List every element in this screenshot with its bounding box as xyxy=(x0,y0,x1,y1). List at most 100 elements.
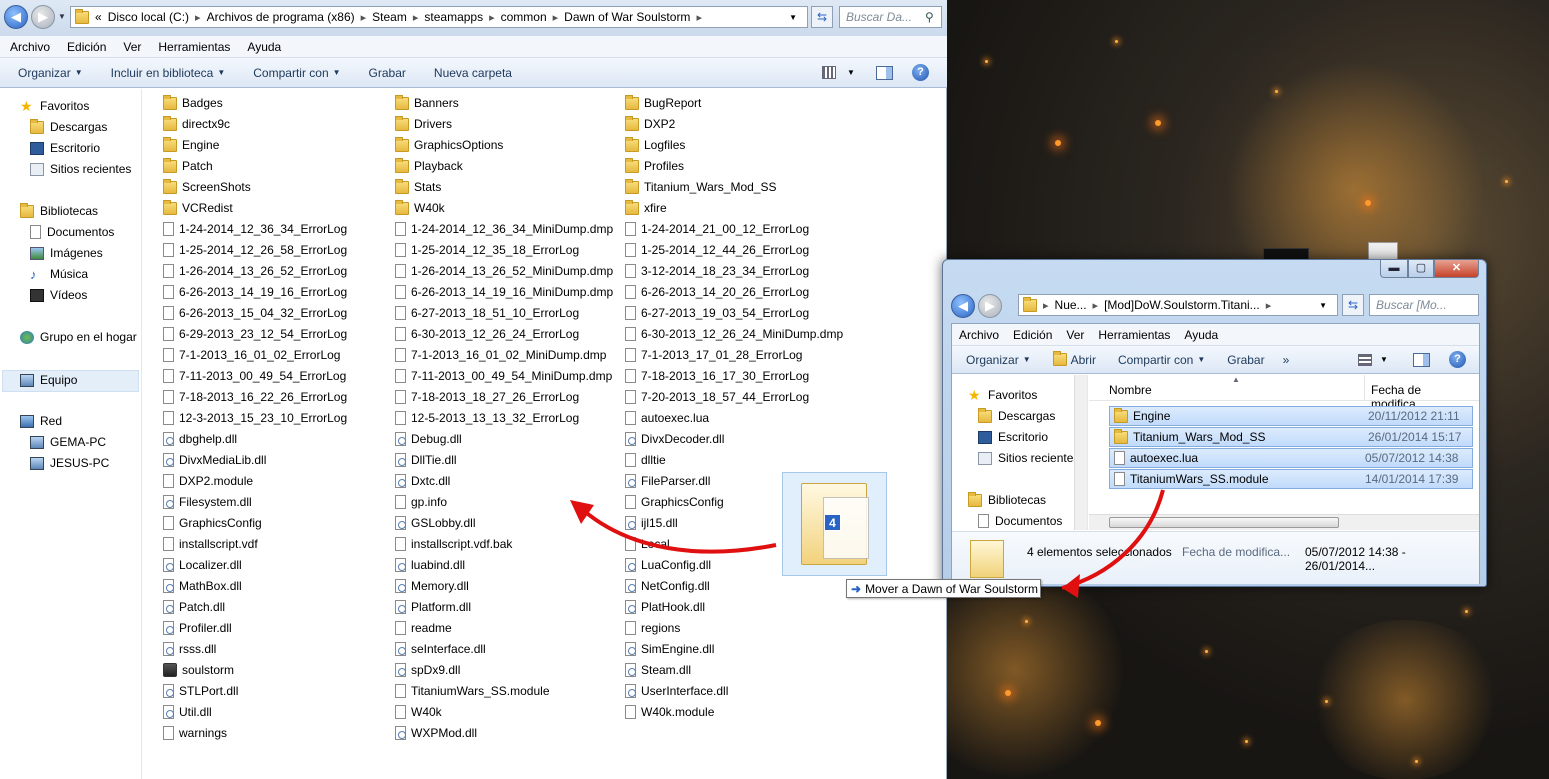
file-item[interactable]: Patch xyxy=(163,157,213,173)
close-button[interactable]: ✕ xyxy=(1434,260,1479,278)
file-item[interactable]: 7-1-2013_16_01_02_MiniDump.dmp xyxy=(395,348,606,362)
file-item[interactable]: 1-25-2014_12_26_58_ErrorLog xyxy=(163,243,347,257)
breadcrumb-item[interactable]: Archivos de programa (x86) xyxy=(207,10,355,24)
share-button[interactable]: Compartir con ▼ xyxy=(235,66,350,80)
file-item[interactable]: 6-26-2013_14_19_16_MiniDump.dmp xyxy=(395,285,613,299)
nav-favorites[interactable]: ★ Favoritos xyxy=(968,388,1037,403)
list-item[interactable]: autoexec.lua 05/07/2012 14:38 xyxy=(1109,448,1473,468)
file-item[interactable]: GSLobby.dll xyxy=(395,516,475,530)
file-item[interactable]: Banners xyxy=(395,94,459,110)
file-item[interactable]: TitaniumWars_SS.module xyxy=(395,684,550,698)
refresh-icon[interactable]: ⇆ xyxy=(1342,294,1364,316)
chevron-down-icon[interactable]: ▼ xyxy=(789,13,797,22)
file-item[interactable]: Titanium_Wars_Mod_SS xyxy=(625,178,777,194)
file-item[interactable]: luabind.dll xyxy=(395,558,465,572)
list-item[interactable]: Engine 20/11/2012 21:11 xyxy=(1109,406,1473,426)
file-item[interactable]: gp.info xyxy=(395,495,447,509)
forward-arrow-icon[interactable]: ▶ xyxy=(978,294,1002,318)
preview-pane-icon[interactable] xyxy=(876,66,893,80)
file-item[interactable]: 6-27-2013_19_03_54_ErrorLog xyxy=(625,306,809,320)
file-item[interactable]: 6-30-2013_12_26_24_ErrorLog xyxy=(395,327,579,341)
file-item[interactable]: FileParser.dll xyxy=(625,474,710,488)
file-item[interactable]: W40k xyxy=(395,199,445,215)
list-item[interactable]: TitaniumWars_SS.module 14/01/2014 17:39 xyxy=(1109,469,1473,489)
file-item[interactable]: 3-12-2014_18_23_34_ErrorLog xyxy=(625,264,809,278)
file-item[interactable]: 6-29-2013_23_12_54_ErrorLog xyxy=(163,327,347,341)
file-item[interactable]: Dxtc.dll xyxy=(395,474,450,488)
new-folder-button[interactable]: Nueva carpeta xyxy=(416,66,522,80)
open-button[interactable]: Abrir xyxy=(1041,351,1106,367)
file-item[interactable]: Playback xyxy=(395,157,463,173)
file-item[interactable]: ScreenShots xyxy=(163,178,251,194)
file-item[interactable]: UserInterface.dll xyxy=(625,684,728,698)
nav-computer[interactable]: Equipo xyxy=(20,373,77,387)
address-bar[interactable]: « Disco local (C:) ▸ Archivos de programa… xyxy=(70,6,808,28)
file-item[interactable]: directx9c xyxy=(163,115,230,131)
nav-videos[interactable]: Vídeos xyxy=(30,288,87,302)
file-item[interactable]: Local xyxy=(625,537,670,551)
desktop-file-icon[interactable] xyxy=(1368,242,1398,260)
file-item[interactable]: 7-11-2013_00_49_54_MiniDump.dmp xyxy=(395,369,612,383)
file-item[interactable]: soulstorm xyxy=(163,663,234,677)
file-item[interactable]: dlltie xyxy=(625,453,666,467)
nav-downloads[interactable]: Descargas xyxy=(978,407,1055,423)
organize-button[interactable]: Organizar ▼ xyxy=(0,66,93,80)
include-library-button[interactable]: Incluir en biblioteca ▼ xyxy=(93,66,236,80)
file-item[interactable]: 1-26-2014_13_26_52_ErrorLog xyxy=(163,264,347,278)
file-item[interactable]: 1-26-2014_13_26_52_MiniDump.dmp xyxy=(395,264,613,278)
menu-ver[interactable]: Ver xyxy=(113,40,148,54)
list-item[interactable]: Titanium_Wars_Mod_SS 26/01/2014 15:17 xyxy=(1109,427,1473,447)
file-item[interactable]: PlatHook.dll xyxy=(625,600,705,614)
breadcrumb-item[interactable]: common xyxy=(501,10,547,24)
file-item[interactable]: dbghelp.dll xyxy=(163,432,237,446)
nav-favorites[interactable]: ★ Favoritos xyxy=(20,99,89,114)
file-item[interactable]: MathBox.dll xyxy=(163,579,242,593)
file-item[interactable]: Engine xyxy=(163,136,219,152)
file-item[interactable]: BugReport xyxy=(625,94,701,110)
column-divider[interactable] xyxy=(1364,375,1365,401)
file-item[interactable]: Platform.dll xyxy=(395,600,471,614)
nav-recent[interactable]: Sitios recientes xyxy=(978,451,1079,465)
file-item[interactable]: 6-26-2013_15_04_32_ErrorLog xyxy=(163,306,347,320)
nav-images[interactable]: Imágenes xyxy=(30,246,103,260)
nav-libraries[interactable]: Bibliotecas xyxy=(968,491,1046,507)
breadcrumb-item[interactable]: Nue... xyxy=(1055,298,1087,312)
back-arrow-icon[interactable]: ◀ xyxy=(951,294,975,318)
nav-scrollbar[interactable] xyxy=(1074,375,1087,530)
file-item[interactable]: 12-3-2013_15_23_10_ErrorLog xyxy=(163,411,347,425)
minimize-button[interactable]: ▬ xyxy=(1380,260,1408,278)
menu-edicion[interactable]: Edición xyxy=(57,40,113,54)
file-item[interactable]: GraphicsConfig xyxy=(625,495,724,509)
file-item[interactable]: 7-18-2013_16_22_26_ErrorLog xyxy=(163,390,347,404)
menu-herramientas[interactable]: Herramientas xyxy=(1091,328,1177,342)
file-item[interactable]: spDx9.dll xyxy=(395,663,460,677)
breadcrumb-item[interactable]: Dawn of War Soulstorm xyxy=(564,10,690,24)
file-item[interactable]: WXPMod.dll xyxy=(395,726,477,740)
menu-archivo[interactable]: Archivo xyxy=(952,328,1006,342)
file-item[interactable]: regions xyxy=(625,621,680,635)
scrollbar-thumb[interactable] xyxy=(1109,517,1339,528)
file-item[interactable]: Memory.dll xyxy=(395,579,469,593)
file-item[interactable]: DivxMediaLib.dll xyxy=(163,453,266,467)
file-item[interactable]: 1-25-2014_12_35_18_ErrorLog xyxy=(395,243,579,257)
file-item[interactable]: rsss.dll xyxy=(163,642,216,656)
file-item[interactable]: autoexec.lua xyxy=(625,411,709,425)
file-item[interactable]: Profiles xyxy=(625,157,684,173)
file-item[interactable]: ijl15.dll xyxy=(625,516,678,530)
file-item[interactable]: DllTie.dll xyxy=(395,453,457,467)
menu-herramientas[interactable]: Herramientas xyxy=(148,40,237,54)
more-commands-button[interactable]: » xyxy=(1275,353,1300,367)
file-item[interactable]: 6-27-2013_18_51_10_ErrorLog xyxy=(395,306,579,320)
file-item[interactable]: Util.dll xyxy=(163,705,212,719)
file-item[interactable]: Profiler.dll xyxy=(163,621,232,635)
menu-ayuda[interactable]: Ayuda xyxy=(237,40,288,54)
breadcrumb-item[interactable]: Steam xyxy=(372,10,407,24)
preview-pane-icon[interactable] xyxy=(1413,353,1430,367)
file-item[interactable]: LuaConfig.dll xyxy=(625,558,711,572)
file-item[interactable]: W40k xyxy=(395,705,442,719)
nav-documents[interactable]: Documentos xyxy=(30,225,114,239)
nav-network[interactable]: Red xyxy=(20,414,62,428)
file-item[interactable]: NetConfig.dll xyxy=(625,579,710,593)
nav-downloads[interactable]: Descargas xyxy=(30,118,107,134)
file-item[interactable]: 12-5-2013_13_13_32_ErrorLog xyxy=(395,411,579,425)
